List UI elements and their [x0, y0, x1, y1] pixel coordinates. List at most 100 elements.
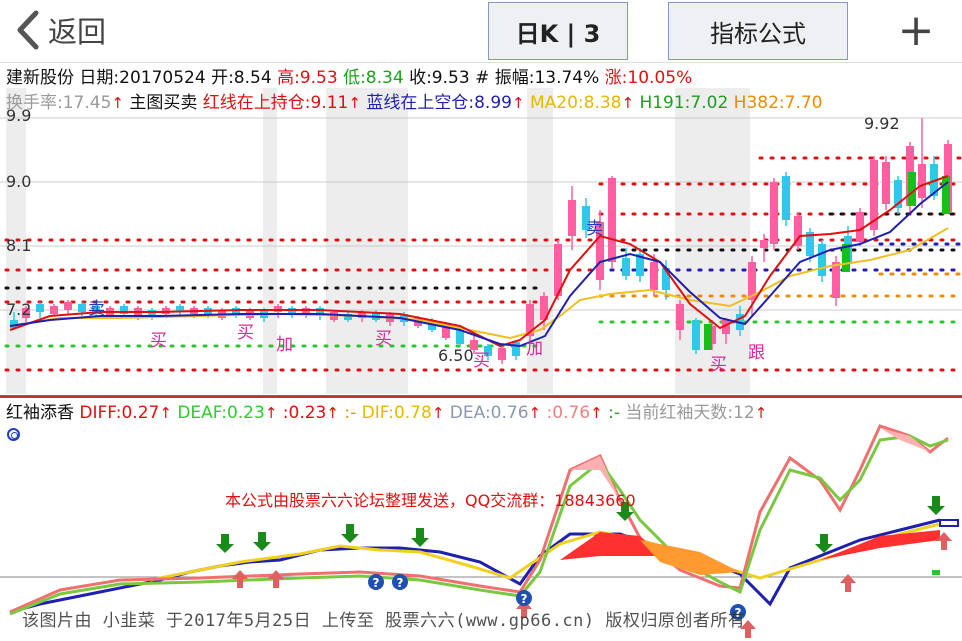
blank2-value: :0.76 [546, 403, 591, 423]
stock-name: 建新股份 [6, 68, 74, 88]
orange-histogram [640, 540, 740, 575]
red-up-arrow-icon [268, 570, 284, 588]
buy-signal: 买 [710, 355, 727, 375]
sell-signal: 卖 [88, 299, 105, 319]
close-value: 收:9.53 [409, 68, 470, 88]
candle-body [942, 176, 950, 214]
candle-body [64, 302, 72, 310]
h382-value: H382:7.70 [733, 93, 823, 113]
red-line-value: 红线在上持仓:9.11 [202, 93, 349, 113]
up-arrow-icon: ↑ [348, 94, 361, 112]
up-arrow-icon: ↑ [326, 404, 339, 422]
candle-body [568, 200, 576, 236]
back-button[interactable]: 返回 [14, 8, 106, 52]
candle-body [782, 176, 790, 220]
chevron-left-icon [17, 10, 39, 50]
red-histogram [560, 532, 660, 560]
candle-body [692, 320, 700, 350]
green-down-arrow-icon [815, 534, 833, 553]
target-circle-icon [7, 428, 20, 441]
add-signal: 加 [276, 335, 293, 355]
change-value: 涨:10.05% [604, 68, 693, 88]
candle-body [608, 178, 616, 262]
low-price-annotation: 6.50 [438, 346, 474, 365]
red-up-arrow-icon [232, 570, 248, 588]
y-axis-label: 9.9 [6, 106, 32, 125]
candle-body [704, 324, 712, 350]
dea-value: DEA:0.76 [449, 403, 529, 423]
candle-body [622, 258, 630, 276]
green-down-arrow-icon [927, 496, 945, 515]
candle-body [36, 304, 44, 312]
high-price-annotation: 9.92 [864, 114, 900, 133]
dash1-value: :- [344, 403, 357, 423]
back-label: 返回 [48, 15, 107, 49]
panel-separator-accent [0, 395, 962, 396]
up-arrow-icon: ↑ [621, 94, 635, 112]
dif-value: DIF:0.78 [361, 403, 432, 423]
buy-signal: 买 [237, 323, 254, 343]
candle-body [78, 304, 86, 312]
up-arrow-icon: ↑ [754, 404, 768, 422]
up-arrow-icon: ↑ [264, 404, 278, 422]
follow-signal: 跟 [748, 343, 765, 363]
green-down-arrow-icon [411, 528, 429, 547]
formula-notice: 本公式由股票六六论坛整理发送，QQ交流群：18843660 [225, 491, 636, 510]
diff-value: DIFF:0.27 [79, 403, 160, 423]
ma20-value: MA20:8.38 [529, 93, 622, 113]
watermark-text: 该图片由 小韭菜 于2017年5月25日 上传至 股票六六(www.gp66.c… [22, 611, 746, 631]
up-arrow-icon: ↑ [528, 404, 542, 422]
y-axis-label: 7.2 [6, 300, 32, 319]
high-value: 高:9.53 [277, 68, 338, 88]
candle-body [456, 330, 464, 344]
candle-body [918, 164, 926, 198]
open-value: 开:8.54 [211, 68, 272, 88]
candle-body [512, 342, 520, 356]
question-icon-glyph: ? [521, 592, 528, 606]
up-arrow-icon: ↑ [111, 94, 124, 112]
kline-period-button[interactable]: 日K | 3 [488, 2, 628, 60]
quote-info-row: 建新股份 日期:20170524 开:8.54 高:9.53 低:8.34 收:… [6, 68, 692, 88]
blue-marker [939, 519, 959, 527]
up-arrow-icon: ↑ [511, 94, 525, 112]
blue-line-value: 蓝线在上空仓:8.99 [366, 93, 512, 113]
buy-signal: 买 [375, 329, 392, 349]
up-arrow-icon: ↑ [431, 404, 445, 422]
buy-signal: 买 [473, 351, 490, 371]
question-icon-glyph: ? [373, 576, 380, 590]
blue-empty-line [9, 181, 949, 348]
date-value: 日期:20170524 [79, 68, 206, 88]
candle-body [832, 262, 840, 298]
green-down-arrow-icon [216, 534, 234, 553]
candle-body [650, 262, 658, 290]
candle-body [770, 182, 778, 244]
add-button[interactable]: + [892, 4, 940, 56]
main-indicator-title: 主图买卖 [129, 93, 198, 113]
blank1-value: :0.23 [282, 403, 327, 423]
candle-body [676, 304, 684, 330]
indicator-formula-button[interactable]: 指标公式 [668, 2, 848, 60]
candle-body [50, 306, 58, 314]
red-holding-line [9, 175, 949, 348]
sell-signal: 卖 [586, 219, 603, 239]
candle-body [498, 348, 506, 360]
buy-signal: 买 [150, 331, 167, 351]
up-arrow-icon: ↑ [590, 404, 603, 422]
amplitude-value: # 振幅:13.74% [475, 68, 600, 88]
y-axis-label: 8.1 [6, 236, 32, 255]
candle-body [760, 240, 768, 248]
candle-body [882, 162, 890, 204]
candle-body [818, 244, 826, 276]
up-arrow-icon: ↑ [159, 404, 172, 422]
deaf-value: DEAF:0.23 [177, 403, 265, 423]
red-sleeve-days: 当前红袖天数:12 [625, 403, 755, 423]
h191-value: H191:7.02 [639, 93, 729, 113]
question-icon-glyph: ? [397, 576, 404, 590]
top-bar: 返回 日K | 3 指标公式 + [0, 0, 962, 63]
sub-indicator-row: 红袖添香 DIFF:0.27↑ DEAF:0.23↑ :0.23↑ :- DIF… [6, 403, 767, 423]
low-value: 低:8.34 [343, 68, 404, 88]
green-down-arrow-icon [341, 524, 359, 543]
y-axis-label: 9.0 [6, 172, 32, 191]
main-indicator-row: 换手率:17.45↑ 主图买卖 红线在上持仓:9.11↑ 蓝线在上空仓:8.99… [6, 93, 822, 113]
add-signal: 加 [526, 339, 543, 359]
